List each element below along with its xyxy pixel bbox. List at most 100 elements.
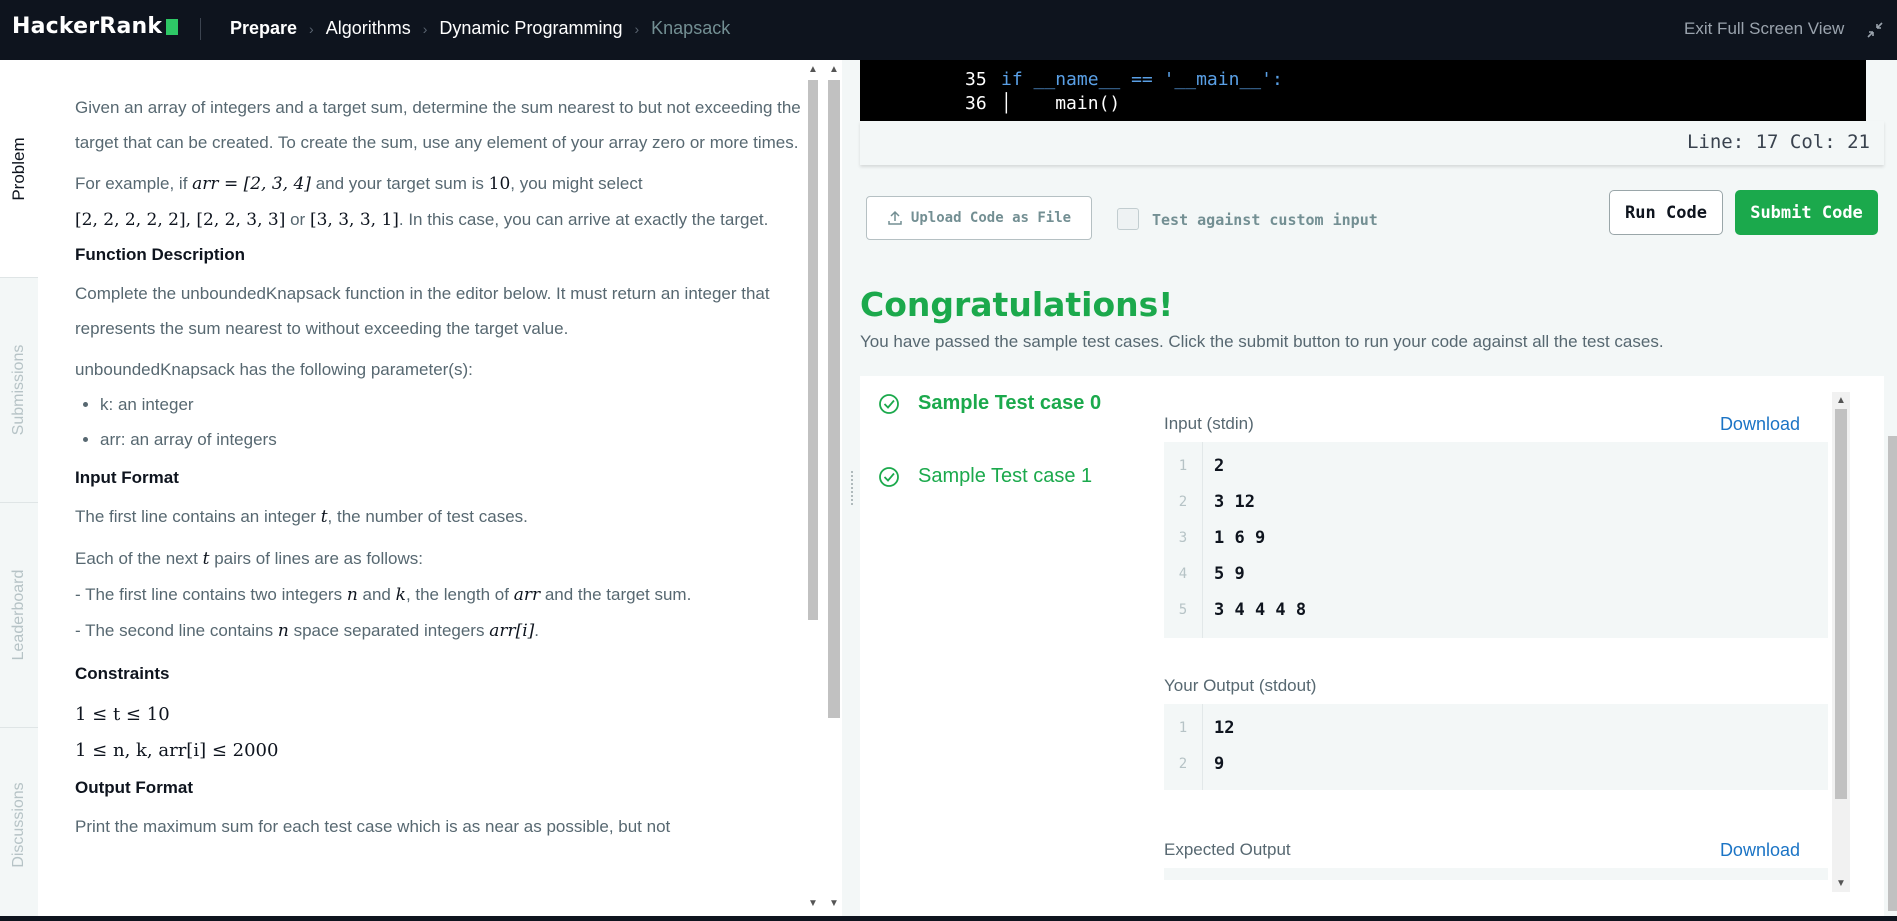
output-value: 12 [1214,718,1235,738]
custom-input-label[interactable]: Test against custom input [1152,211,1378,229]
scrollbar-thumb[interactable] [1888,436,1897,911]
line-number: 2 [1178,756,1188,772]
input-value: 5 9 [1214,564,1245,584]
output-label: Your Output (stdout) [1164,676,1317,695]
breadcrumb: Prepare › Algorithms › Dynamic Programmi… [230,18,730,39]
check-circle-icon [879,466,899,487]
scrollbar-thumb[interactable] [828,80,840,718]
breadcrumb-algorithms[interactable]: Algorithms [326,18,411,39]
params-intro: unboundedKnapsack has the following para… [75,360,473,379]
bottom-edge [0,916,1897,921]
line-number: 1 [1178,720,1188,736]
tab-submissions[interactable]: Submissions [0,278,38,503]
chevron-right-icon: › [309,20,314,37]
breadcrumb-prepare[interactable]: Prepare [230,18,297,39]
expected-output-box [1164,868,1828,880]
output-format-heading: Output Format [75,778,194,797]
expected-download-link[interactable]: Download [1720,840,1800,861]
result-subtitle: You have passed the sample test cases. C… [860,332,1664,351]
problem-scrollbar[interactable]: ▲ ▼ [806,60,820,921]
text: space separated integers [293,621,485,640]
tab-problem[interactable]: Problem [0,60,38,278]
tab-leaderboard-label: Leaderboard [10,569,27,661]
run-code-button[interactable]: Run Code [1609,190,1723,235]
tab-discussions[interactable]: Discussions [0,728,38,921]
math-arr: arr [513,585,541,605]
text: and your target sum is [315,174,484,193]
code-line: 35 if __name__ == '__main__': [900,60,1283,90]
chevron-right-icon: › [422,20,428,37]
output-description: Print the maximum sum for each test case… [75,817,671,836]
scroll-up-icon[interactable]: ▲ [829,64,839,75]
math-n: n [277,621,289,641]
math-n: n [346,585,358,605]
math-arr-i: arr[i] [489,621,535,641]
expected-output-label: Expected Output [1164,840,1291,859]
scrollbar-thumb[interactable] [808,80,818,620]
problem-statement: Given an array of integers and a target … [38,60,806,921]
hackerrank-logo[interactable]: HackerRank [12,14,179,39]
test-case-tab-0[interactable]: Sample Test case 0 [878,392,1101,415]
chevron-right-icon: › [634,20,640,37]
input-download-link[interactable]: Download [1720,414,1800,435]
scroll-down-icon[interactable]: ▼ [1836,878,1846,889]
problem-example: For example, if arr = [2, 3, 4] and your… [75,166,806,238]
results-scrollbar[interactable]: ▲ ▼ [1832,392,1850,892]
function-description-heading: Function Description [75,245,245,264]
line-number: 1 [1178,458,1188,474]
collapse-icon[interactable] [1865,20,1885,40]
scrollbar-thumb[interactable] [1835,409,1847,799]
exit-full-screen-link[interactable]: Exit Full Screen View [1684,19,1844,39]
logo-mark [166,18,179,35]
params-list: k: an integer arr: an array of integers [100,387,806,457]
test-case-tab-1[interactable]: Sample Test case 1 [878,465,1092,488]
input-line: 2 3 12 [1164,484,1828,520]
output-line: 29 [1164,746,1828,782]
upload-code-button[interactable]: Upload Code as File [866,196,1092,240]
input-value: 2 [1214,456,1225,476]
text: Each of the next [75,549,198,568]
code-editor[interactable]: 35 if __name__ == '__main__': 36 │ main() … [860,60,1866,121]
input-label: Input (stdin) [1164,414,1254,433]
text: , you might select [510,174,643,193]
input-box: 12 23 12 31 6 9 45 9 53 4 4 4 8 [1164,442,1828,638]
code-line: 37 [900,97,1001,121]
input-line: 3 1 6 9 [1164,520,1828,556]
text: For example, if [75,174,188,193]
page-scrollbar[interactable] [1888,60,1897,921]
divider [200,18,201,40]
submit-code-button[interactable]: Submit Code [1735,190,1878,235]
tab-problem-label: Problem [9,136,28,201]
vertical-tab-bar: Problem Submissions Leaderboard Discussi… [0,60,38,921]
editor-status-bar: Line: 17 Col: 21 [860,121,1884,165]
input-line-1: The first line contains an integer t, th… [75,499,806,535]
text: or [290,210,306,229]
text: , the length of [405,585,509,604]
custom-input-checkbox[interactable] [1117,208,1139,230]
constraint-2: 1 ≤ n, k, arr[i] ≤ 2000 [75,740,279,761]
scroll-up-icon[interactable]: ▲ [1836,395,1846,406]
input-line-2: Each of the next t pairs of lines are as… [75,541,806,649]
tab-submissions-label: Submissions [10,344,27,436]
list-item: arr: an array of integers [100,422,806,457]
code-line: 36 │ main() [900,72,1120,114]
input-line: 5 3 4 4 4 8 [1164,592,1828,628]
text: - The second line contains [75,621,274,640]
constraints-heading: Constraints [75,664,170,683]
scroll-up-icon[interactable]: ▲ [808,64,818,75]
panel-scrollbar[interactable]: ▲ ▼ [826,60,842,921]
list-item: k: an integer [100,387,806,422]
text: . In this case, you can arrive at exactl… [398,210,769,229]
scroll-down-icon[interactable]: ▼ [829,898,839,909]
output-box: 1 12 29 [1164,704,1828,790]
breadcrumb-dynamic-programming[interactable]: Dynamic Programming [439,18,622,39]
math-t: t [202,549,210,569]
text: The first line contains an integer [75,507,316,526]
text: - The first line contains two integers [75,585,343,604]
text: , the number of test cases. [327,507,528,526]
line-number: 5 [1178,602,1188,618]
scroll-down-icon[interactable]: ▼ [808,898,818,909]
drag-handle-icon[interactable] [850,470,854,506]
input-value: 1 6 9 [1214,528,1266,548]
tab-leaderboard[interactable]: Leaderboard [0,503,38,728]
